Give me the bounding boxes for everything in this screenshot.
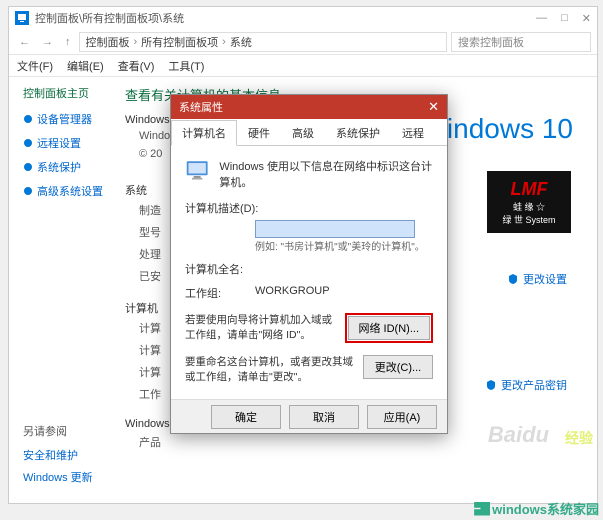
dialog-body: Windows 使用以下信息在网络中标识这台计算机。 计算机描述(D): 例如:… bbox=[171, 146, 447, 406]
shield-icon bbox=[23, 186, 33, 196]
baidu-watermark: Baidu bbox=[488, 422, 549, 448]
ok-button[interactable]: 确定 bbox=[211, 405, 281, 429]
fullname-label: 计算机全名: bbox=[185, 261, 255, 277]
shield-icon bbox=[23, 114, 33, 124]
apply-button[interactable]: 应用(A) bbox=[367, 405, 437, 429]
desc-hint: 例如: "书房计算机"或"美玲的计算机"。 bbox=[255, 238, 433, 253]
crumb-2[interactable]: 系统 bbox=[230, 34, 252, 50]
network-id-button[interactable]: 网络 ID(N)... bbox=[348, 316, 431, 340]
dialog-tabs: 计算机名 硬件 高级 系统保护 远程 bbox=[171, 119, 447, 146]
menu-tools[interactable]: 工具(T) bbox=[168, 58, 204, 74]
chevron-right-icon: › bbox=[222, 36, 226, 48]
tab-hardware[interactable]: 硬件 bbox=[237, 120, 281, 146]
titlebar: 控制面板\所有控制面板项\系统 — □ ✕ bbox=[9, 7, 597, 29]
see-also-update[interactable]: Windows 更新 bbox=[23, 469, 93, 485]
window-buttons: — □ ✕ bbox=[536, 12, 591, 25]
network-id-text: 若要使用向导将计算机加入域或工作组，请单击"网络 ID"。 bbox=[185, 313, 337, 342]
cancel-button[interactable]: 取消 bbox=[289, 405, 359, 429]
sidebar-home[interactable]: 控制面板主页 bbox=[23, 85, 109, 101]
back-button[interactable]: ← bbox=[15, 34, 34, 50]
tab-advanced[interactable]: 高级 bbox=[281, 120, 325, 146]
workgroup-label: 工作组: bbox=[185, 285, 255, 301]
computer-description-input[interactable] bbox=[255, 220, 415, 238]
fullname-value bbox=[255, 261, 433, 277]
change-productkey-link[interactable]: 更改产品密钥 bbox=[485, 377, 567, 393]
shield-icon bbox=[507, 273, 519, 285]
winjy-watermark: windows系统家园 bbox=[474, 499, 599, 518]
dialog-info-text: Windows 使用以下信息在网络中标识这台计算机。 bbox=[219, 158, 433, 190]
sidebar-item-advanced[interactable]: 高级系统设置 bbox=[23, 183, 109, 199]
system-properties-dialog: 系统属性 ✕ 计算机名 硬件 高级 系统保护 远程 Windows 使用以下信息… bbox=[170, 94, 448, 434]
sidebar-item-protection[interactable]: 系统保护 bbox=[23, 159, 109, 175]
highlight-box: 网络 ID(N)... bbox=[345, 313, 434, 343]
forward-button[interactable]: → bbox=[38, 34, 57, 50]
jingyan-watermark: 经验 bbox=[565, 428, 593, 448]
tab-remote[interactable]: 远程 bbox=[391, 120, 435, 146]
addressbar: ← → ↑ 控制面板 › 所有控制面板项 › 系统 搜索控制面板 bbox=[9, 29, 597, 55]
crumb-1[interactable]: 所有控制面板项 bbox=[141, 34, 218, 50]
tab-computer-name[interactable]: 计算机名 bbox=[171, 120, 237, 146]
shield-icon bbox=[23, 138, 33, 148]
rename-text: 要重命名这台计算机，或者更改其域或工作组，请单击"更改"。 bbox=[185, 355, 355, 384]
minimize-button[interactable]: — bbox=[536, 12, 547, 25]
menubar: 文件(F) 编辑(E) 查看(V) 工具(T) bbox=[9, 55, 597, 77]
search-input[interactable]: 搜索控制面板 bbox=[451, 32, 591, 52]
shield-icon bbox=[485, 379, 497, 391]
menu-file[interactable]: 文件(F) bbox=[17, 58, 53, 74]
shield-icon bbox=[23, 162, 33, 172]
see-also: 另请参阅 安全和维护 Windows 更新 bbox=[23, 423, 93, 491]
breadcrumb[interactable]: 控制面板 › 所有控制面板项 › 系统 bbox=[79, 32, 448, 52]
system-icon bbox=[15, 11, 29, 25]
crumb-0[interactable]: 控制面板 bbox=[86, 34, 130, 50]
chevron-right-icon: › bbox=[134, 36, 138, 48]
desc-label: 计算机描述(D): bbox=[185, 200, 433, 216]
lmf-logo: LMF 蛙 缘 ☆ 绿 世 System bbox=[487, 171, 571, 233]
up-button[interactable]: ↑ bbox=[61, 34, 75, 50]
close-button[interactable]: ✕ bbox=[582, 12, 591, 25]
tab-protection[interactable]: 系统保护 bbox=[325, 120, 391, 146]
sidebar-item-device-manager[interactable]: 设备管理器 bbox=[23, 111, 109, 127]
change-settings-link[interactable]: 更改设置 bbox=[507, 271, 567, 287]
dialog-title: 系统属性 bbox=[179, 99, 223, 115]
workgroup-value: WORKGROUP bbox=[255, 285, 433, 301]
menu-view[interactable]: 查看(V) bbox=[118, 58, 155, 74]
windows-flag-icon bbox=[474, 502, 490, 516]
menu-edit[interactable]: 编辑(E) bbox=[67, 58, 104, 74]
dialog-close-button[interactable]: ✕ bbox=[428, 99, 439, 115]
sidebar-item-remote[interactable]: 远程设置 bbox=[23, 135, 109, 151]
see-also-security[interactable]: 安全和维护 bbox=[23, 447, 93, 463]
window-title: 控制面板\所有控制面板项\系统 bbox=[35, 10, 536, 26]
dialog-footer: 确定 取消 应用(A) bbox=[171, 399, 447, 433]
change-button[interactable]: 更改(C)... bbox=[363, 355, 433, 379]
monitor-icon bbox=[185, 158, 209, 182]
maximize-button[interactable]: □ bbox=[561, 12, 568, 25]
dialog-titlebar: 系统属性 ✕ bbox=[171, 95, 447, 119]
